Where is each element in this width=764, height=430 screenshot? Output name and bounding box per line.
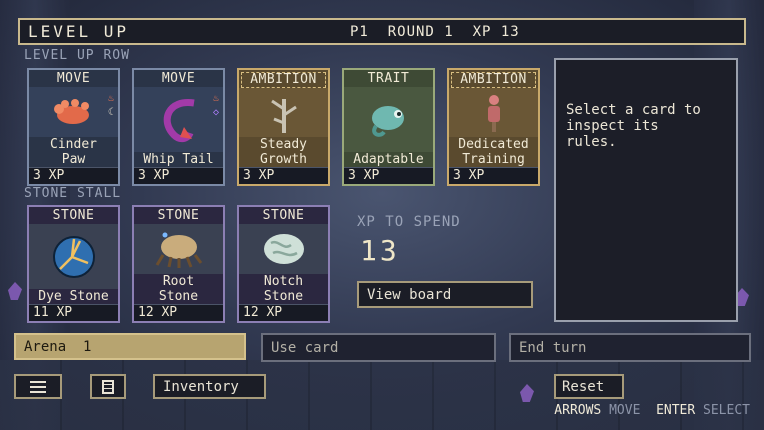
paw-icon: ♨ ☾ [29, 87, 118, 137]
card-info-panel: Select a card to inspect its rules. [554, 58, 738, 322]
card-name-line: Cinder [50, 137, 97, 152]
card-cost: 3 XP [449, 167, 538, 184]
card-dye-stone[interactable]: STONE Dye Stone 11 XP [27, 205, 120, 323]
log-button[interactable] [90, 374, 126, 399]
card-cost: 3 XP [239, 167, 328, 184]
card-whip-tail[interactable]: MOVE ♨ ◇ Whip Tail 3 XP [132, 68, 225, 186]
use-card-button[interactable]: Use card [261, 333, 496, 362]
chameleon-icon [344, 87, 433, 152]
card-name-line: Adaptable [353, 152, 424, 167]
xp-to-spend-value: 13 [360, 234, 400, 267]
root-stone-icon [134, 224, 223, 274]
card-adaptable[interactable]: TRAIT Adaptable 3 XP [342, 68, 435, 186]
view-board-button[interactable]: View board [357, 281, 533, 308]
hint-move: MOVE [609, 403, 641, 418]
stone-stall-label: STONE STALL [24, 186, 122, 201]
card-name-line: Growth [260, 152, 307, 167]
hint-enter: ENTER [656, 403, 696, 418]
card-cost: 12 XP [134, 304, 223, 321]
card-name-line: Dye Stone [38, 289, 109, 304]
card-type: MOVE [56, 71, 91, 86]
info-text-line: Select a card to [566, 102, 701, 118]
moon-icon: ☾ [107, 107, 114, 118]
info-text-line: rules. [566, 134, 617, 150]
card-type: AMBITION [451, 72, 536, 88]
card-name-line: Root [162, 274, 195, 289]
diamond-icon: ◇ [212, 107, 219, 118]
card-type: STONE [262, 208, 305, 223]
dye-stone-icon [29, 224, 118, 289]
card-name-line: Whip Tail [143, 152, 214, 167]
hint-arrows: ARROWS [554, 403, 602, 418]
card-name-line: Stone [263, 289, 304, 304]
hamburger-icon [30, 380, 46, 393]
training-dummy-icon [449, 88, 538, 137]
card-cost: 3 XP [29, 167, 118, 184]
xp-to-spend-label: XP TO SPEND [357, 214, 461, 230]
card-name-line: Training [462, 152, 525, 167]
card-name-line: Steady [260, 137, 307, 152]
card-steady-growth[interactable]: AMBITION Steady Growth 3 XP [237, 68, 330, 186]
title-bar: LEVEL UP P1 ROUND 1 XP 13 [18, 18, 746, 45]
card-name-line: Notch [263, 274, 304, 289]
card-name-line: Stone [158, 289, 199, 304]
card-type: MOVE [161, 71, 196, 86]
card-cost: 3 XP [344, 167, 433, 184]
arena-selector[interactable]: Arena 1 [14, 333, 246, 360]
card-name-line: Paw [61, 152, 86, 167]
card-cost: 12 XP [239, 304, 328, 321]
info-text-line: inspect its [566, 118, 659, 134]
player-round-xp-status: P1 ROUND 1 XP 13 [350, 23, 520, 40]
card-type: STONE [52, 208, 95, 223]
card-type: AMBITION [241, 72, 326, 88]
card-cinder-paw[interactable]: MOVE ♨ ☾ Cinder Paw 3 XP [27, 68, 120, 186]
card-type: TRAIT [367, 71, 410, 86]
card-name-line: Dedicated [458, 137, 529, 152]
card-type: STONE [157, 208, 200, 223]
document-icon [102, 379, 114, 394]
notch-stone-icon [239, 224, 328, 274]
screen-title: LEVEL UP [28, 22, 130, 41]
card-root-stone[interactable]: STONE Root Stone 12 XP [132, 205, 225, 323]
fire-icon: ♨ [107, 93, 114, 104]
card-cost: 11 XP [29, 304, 118, 321]
controls-hint: ARROWS MOVE ENTER SELECT [554, 403, 750, 418]
reset-button[interactable]: Reset [554, 374, 624, 399]
level-up-row-label: LEVEL UP ROW [24, 48, 130, 63]
card-notch-stone[interactable]: STONE Notch Stone 12 XP [237, 205, 330, 323]
fire-icon: ♨ [212, 93, 219, 104]
hint-select: SELECT [703, 403, 750, 418]
end-turn-button[interactable]: End turn [509, 333, 751, 362]
card-dedicated-training[interactable]: AMBITION Dedicated Training 3 XP [447, 68, 540, 186]
inventory-button[interactable]: Inventory [153, 374, 266, 399]
menu-button[interactable] [14, 374, 62, 399]
tail-icon: ♨ ◇ [134, 87, 223, 152]
card-cost: 3 XP [134, 167, 223, 184]
sprout-icon [239, 88, 328, 137]
